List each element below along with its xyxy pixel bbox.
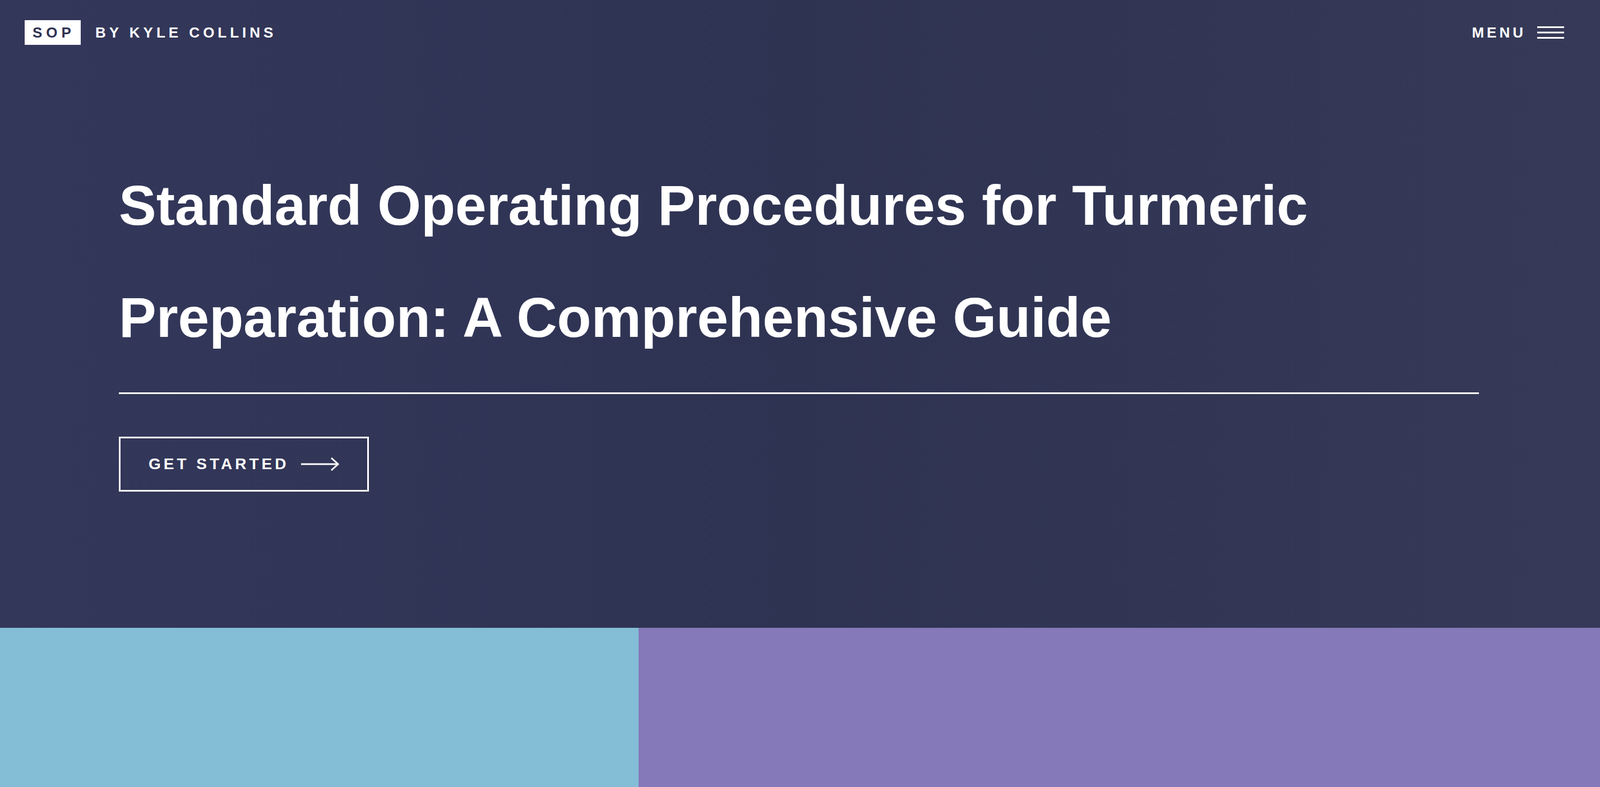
hero: SOP BY KYLE COLLINS MENU Standard Operat… (0, 0, 1600, 628)
get-started-label: GET STARTED (148, 455, 289, 474)
hamburger-icon (1537, 25, 1565, 40)
brand-name: BY KYLE COLLINS (95, 24, 277, 42)
logo: SOP (24, 20, 81, 45)
site-header: SOP BY KYLE COLLINS MENU (0, 0, 1600, 45)
menu-label: MENU (1471, 24, 1526, 42)
hero-title: Standard Operating Procedures for Turmer… (118, 149, 1482, 374)
brand-link[interactable]: SOP BY KYLE COLLINS (24, 20, 277, 45)
feature-tile[interactable] (638, 627, 1600, 787)
arrow-right-icon (299, 456, 341, 473)
get-started-button[interactable]: GET STARTED (118, 436, 369, 492)
divider (118, 392, 1479, 395)
hero-content: Standard Operating Procedures for Turmer… (0, 44, 1600, 492)
feature-tiles (0, 627, 1600, 787)
feature-tile[interactable] (0, 627, 639, 787)
menu-button[interactable]: MENU (1469, 21, 1567, 44)
page: SOP BY KYLE COLLINS MENU Standard Operat… (0, 0, 1600, 787)
